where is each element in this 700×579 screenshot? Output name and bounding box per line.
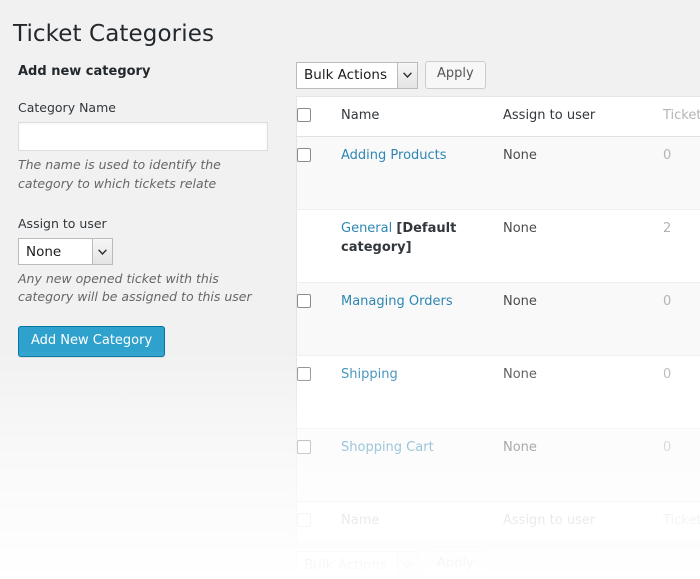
row-tickets-cell: 0 (663, 293, 672, 309)
chevron-down-icon (397, 552, 417, 578)
assign-user-label: Assign to user (18, 215, 107, 231)
assign-user-select[interactable]: None (18, 238, 113, 266)
bulk-actions-select-bottom-value: Bulk Actions (297, 552, 397, 578)
column-footer-assign[interactable]: Assign to user (503, 501, 663, 542)
table-row: Adding Products None 0 (296, 136, 700, 210)
assign-user-hint: Any new opened ticket with this category… (18, 271, 252, 305)
form-heading: Add new category (18, 64, 151, 79)
category-link[interactable]: Adding Products (341, 148, 447, 163)
row-tickets-cell: 0 (663, 366, 672, 382)
categories-table: Name Assign to user Tickets Adding Produ… (296, 96, 700, 542)
column-header-assign[interactable]: Assign to user (503, 96, 663, 137)
row-checkbox[interactable] (297, 366, 311, 381)
chevron-down-icon (92, 239, 112, 265)
bulk-actions-select-bottom[interactable]: Bulk Actions (296, 551, 418, 579)
tablenav-bottom: Bulk Actions Apply (296, 550, 700, 579)
bulk-actions-select-top-value: Bulk Actions (297, 62, 397, 88)
add-new-category-button[interactable]: Add New Category (18, 326, 166, 357)
table-footer-row: Name Assign to user Tickets (296, 501, 700, 542)
select-all-footer (296, 501, 341, 542)
row-assign-cell: None (503, 366, 537, 382)
table-foot: Name Assign to user Tickets (296, 501, 700, 542)
table-body: Adding Products None 0 General [Default cat… (296, 136, 700, 502)
column-header-name[interactable]: Name (341, 96, 503, 137)
row-tickets-cell: 0 (663, 439, 672, 455)
column-footer-name[interactable]: Name (341, 501, 503, 542)
row-select-cell (297, 428, 342, 501)
table-header-row: Name Assign to user Tickets (296, 96, 700, 137)
assign-user-select-value: None (19, 239, 92, 265)
column-footer-tickets[interactable]: Tickets (663, 501, 700, 542)
assign-user-field-group: Assign to user None Any new opened ticke… (18, 215, 280, 307)
row-select-cell (297, 209, 342, 282)
category-link[interactable]: General (341, 221, 392, 236)
tablenav-top: Bulk Actions Apply (296, 60, 700, 90)
row-assign-cell: None (503, 439, 537, 455)
row-assign-cell: None (503, 293, 537, 309)
table-row: Shopping Cart None 0 (296, 428, 700, 502)
row-tickets-cell: 0 (663, 147, 672, 163)
category-name-label: Category Name (18, 99, 116, 115)
row-name-cell: General [Default category] (341, 209, 503, 282)
table-row: Shipping None 0 (296, 355, 700, 428)
category-link[interactable]: Shopping Cart (341, 440, 434, 455)
category-name-hint: The name is used to identify the categor… (18, 157, 221, 191)
table-head: Name Assign to user Tickets (296, 96, 700, 137)
apply-button-top[interactable]: Apply (425, 61, 486, 89)
add-category-form: Add new category Category Name The name … (18, 64, 280, 357)
select-all-header (296, 96, 341, 137)
row-tickets-cell: 2 (663, 220, 672, 236)
category-link[interactable]: Managing Orders (341, 294, 453, 309)
page-title: Ticket Categories (13, 21, 215, 48)
categories-list-panel: Bulk Actions Apply Name Assign to user T… (296, 60, 700, 579)
row-name-cell: Adding Products (341, 136, 503, 209)
bulk-actions-select-top[interactable]: Bulk Actions (296, 61, 418, 89)
category-name-field-group: Category Name The name is used to identi… (18, 99, 280, 193)
column-header-tickets[interactable]: Tickets (663, 96, 700, 137)
category-link[interactable]: Shipping (341, 367, 398, 382)
row-checkbox[interactable] (297, 293, 311, 308)
row-assign-cell: None (503, 147, 537, 163)
row-name-cell: Shipping (341, 355, 503, 428)
row-checkbox[interactable] (297, 439, 311, 454)
row-select-cell (297, 136, 342, 209)
row-name-cell: Managing Orders (341, 282, 503, 355)
row-name-cell: Shopping Cart (341, 428, 503, 501)
row-select-cell (297, 355, 342, 428)
row-assign-cell: None (503, 220, 537, 236)
select-all-checkbox[interactable] (297, 108, 311, 122)
row-checkbox[interactable] (297, 147, 311, 162)
category-name-input[interactable] (18, 122, 268, 152)
row-select-cell (297, 282, 342, 355)
table-row: Managing Orders None 0 (296, 282, 700, 356)
select-all-checkbox-footer[interactable] (297, 512, 311, 527)
apply-button-bottom[interactable]: Apply (425, 550, 486, 579)
chevron-down-icon (397, 62, 417, 88)
table-row: General [Default category] None 2 (296, 209, 700, 282)
admin-page: Ticket Categories Add new category Categ… (0, 0, 700, 579)
